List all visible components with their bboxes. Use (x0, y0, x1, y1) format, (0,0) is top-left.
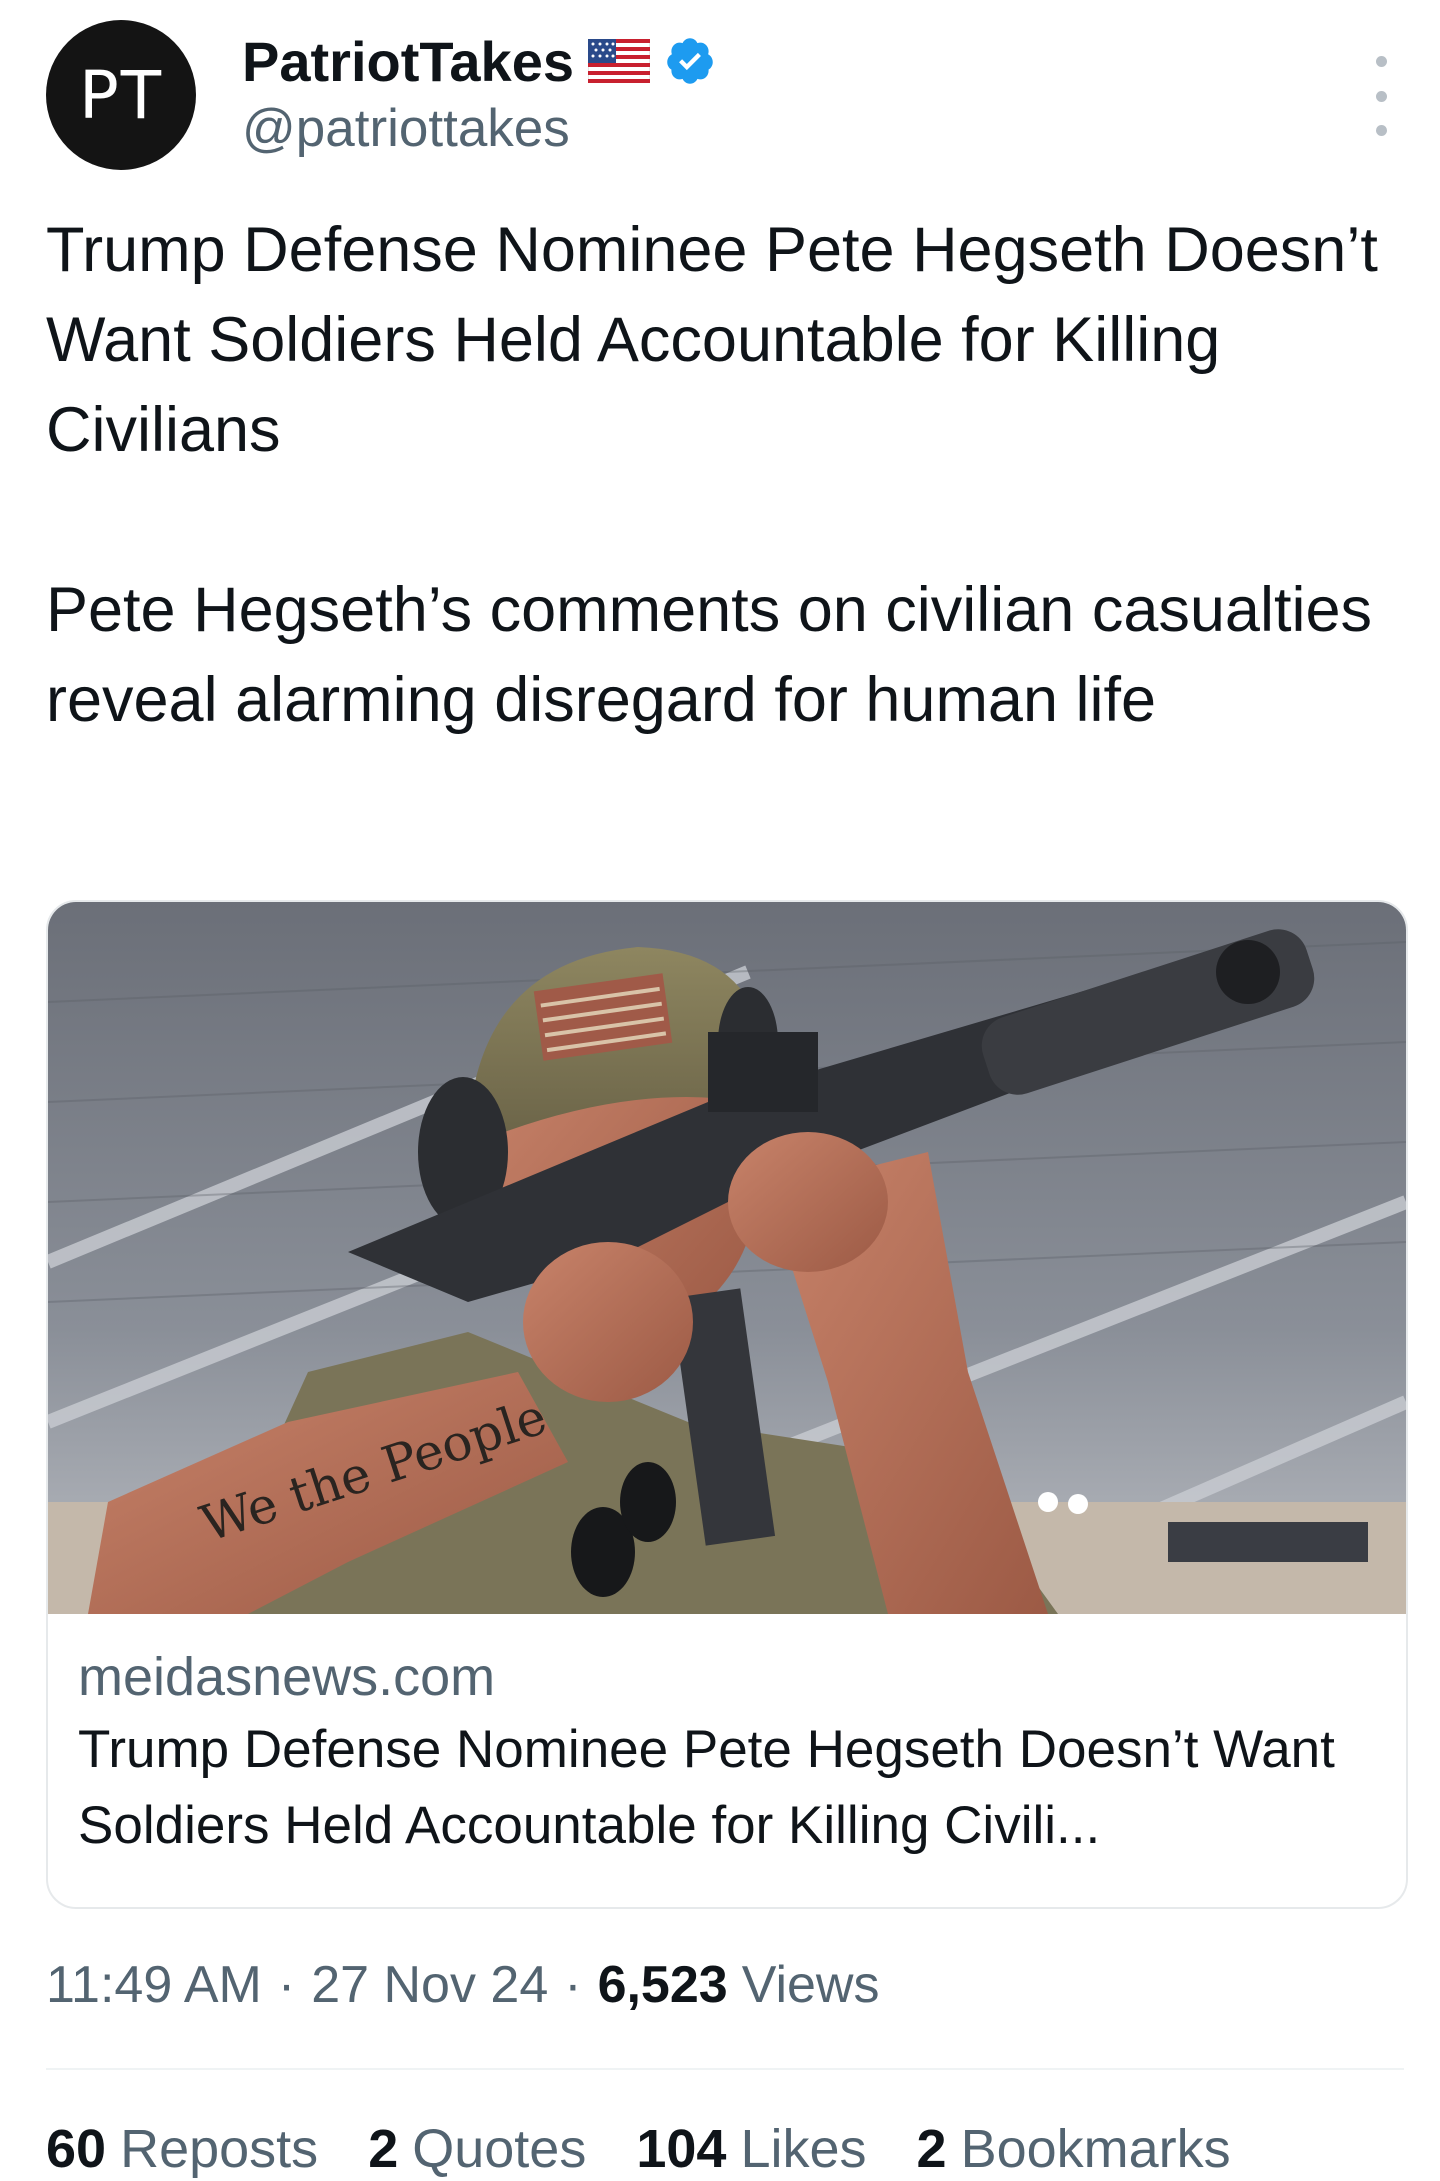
display-name-row: PatriotTakes (242, 26, 716, 96)
quotes-label: Quotes (412, 2119, 587, 2179)
card-title[interactable]: Trump Defense Nominee Pete Hegseth Doesn… (78, 1712, 1378, 1864)
us-flag-icon (587, 39, 650, 83)
views-count: 6,523 (597, 1956, 728, 2014)
more-options-icon[interactable] (1366, 56, 1396, 136)
engagement-stats: 60 Reposts 2 Quotes 104 Likes 2 Bookmarks (46, 2118, 1231, 2180)
avatar[interactable]: PT (46, 20, 196, 170)
divider (46, 2068, 1404, 2070)
bookmarks-count: 2 (916, 2119, 947, 2179)
tweet-date[interactable]: 27 Nov 24 (311, 1955, 548, 2015)
reposts-stat[interactable]: 60 Reposts (46, 2118, 318, 2180)
likes-label: Likes (740, 2119, 867, 2179)
views-label: Views (741, 1956, 880, 2014)
tweet-header: PT PatriotTakes @patriottakes (46, 20, 1396, 170)
verified-badge-icon[interactable] (664, 35, 716, 87)
card-meta: meidasnews.com Trump Defense Nominee Pet… (78, 1642, 1378, 1864)
likes-count: 104 (636, 2119, 727, 2179)
card-domain[interactable]: meidasnews.com (78, 1642, 1378, 1712)
quotes-stat[interactable]: 2 Quotes (368, 2118, 586, 2180)
handle[interactable]: @patriottakes (242, 98, 716, 159)
link-card[interactable]: We the People meidasnews.com Trump Defen… (46, 900, 1408, 1909)
tweet-body: Trump Defense Nominee Pete Hegseth Doesn… (46, 215, 1378, 735)
bookmarks-label: Bookmarks (960, 2119, 1231, 2179)
reposts-count: 60 (46, 2119, 107, 2179)
card-image[interactable]: We the People (48, 902, 1406, 1614)
bookmarks-stat[interactable]: 2 Bookmarks (917, 2118, 1231, 2180)
reposts-label: Reposts (120, 2119, 319, 2179)
quotes-count: 2 (368, 2119, 399, 2179)
separator: · (564, 1956, 582, 2014)
separator: · (277, 1956, 296, 2014)
display-name[interactable]: PatriotTakes (242, 29, 574, 94)
author-names: PatriotTakes @patriottakes (242, 26, 716, 159)
likes-stat[interactable]: 104 Likes (636, 2118, 866, 2180)
tweet-time[interactable]: 11:49 AM (46, 1955, 262, 2015)
timestamp-row: 11:49 AM · 27 Nov 24 · 6,523 Views (46, 1955, 879, 2015)
